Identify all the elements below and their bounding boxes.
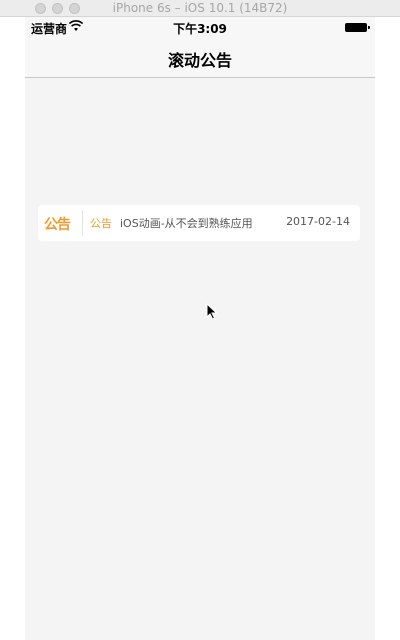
simulator-titlebar: iPhone 6s – iOS 10.1 (14B72) <box>0 0 400 17</box>
page-title: 滚动公告 <box>167 51 232 70</box>
device-screen: 运营商 下午3:09 滚动公告 公告 公告 iOS动画-从不会到熟练应用 201… <box>25 17 375 640</box>
notice-tag: 公告 <box>90 217 112 230</box>
status-bar: 运营商 下午3:09 <box>25 17 375 37</box>
simulator-margin-right <box>375 17 400 640</box>
notice-date: 2017-02-14 <box>286 215 350 228</box>
notice-logo: 公告 <box>44 217 71 233</box>
battery-icon <box>345 23 370 32</box>
navigation-bar: 滚动公告 <box>25 37 375 78</box>
scrolling-notice-bar[interactable]: 公告 公告 iOS动画-从不会到熟练应用 2017-02-14 <box>38 205 360 241</box>
status-time: 下午3:09 <box>173 22 227 36</box>
notice-divider <box>82 210 83 236</box>
simulator-margin-left <box>0 17 25 640</box>
mouse-cursor-icon <box>206 303 218 320</box>
simulator-title: iPhone 6s – iOS 10.1 (14B72) <box>112 1 288 15</box>
notice-text[interactable]: iOS动画-从不会到熟练应用 <box>120 215 253 231</box>
